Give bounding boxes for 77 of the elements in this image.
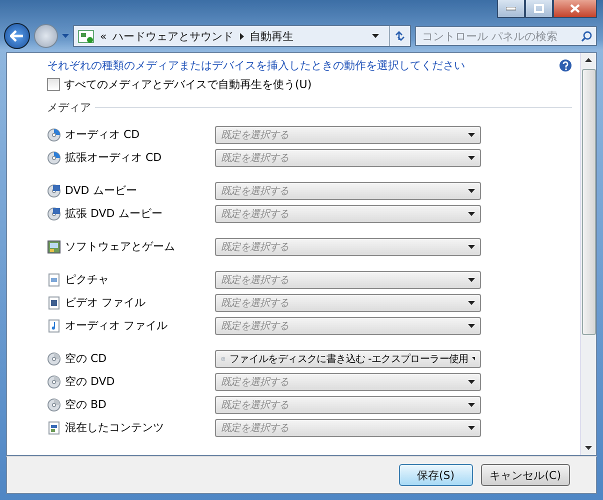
close-icon: [570, 4, 580, 13]
checkbox-label[interactable]: すべてのメディアとデバイスで自動再生を使う(U): [64, 77, 312, 92]
media-label: ソフトウェアとゲーム: [65, 239, 175, 254]
action-dropdown[interactable]: 既定を選択する: [215, 396, 481, 414]
action-dropdown[interactable]: ファイルをディスクに書き込む -エクスプローラー使用: [215, 350, 481, 368]
media-icon: [47, 374, 61, 388]
dropdown-arrow-icon: [468, 278, 475, 282]
media-label: 空の DVD: [65, 374, 115, 389]
media-icon: [47, 150, 61, 164]
minimize-button[interactable]: [497, 0, 525, 18]
back-arrow-icon: [10, 30, 24, 42]
media-icon: [47, 296, 61, 310]
dropdown-arrow-icon: [468, 244, 475, 248]
media-label: ビデオ ファイル: [65, 295, 146, 310]
action-dropdown[interactable]: 既定を選択する: [215, 126, 481, 144]
action-dropdown[interactable]: 既定を選択する: [215, 182, 481, 200]
media-icon: [47, 272, 61, 286]
media-label: 空の BD: [65, 397, 107, 412]
action-dropdown[interactable]: 既定を選択する: [215, 316, 481, 334]
dropdown-arrow-icon: [468, 402, 475, 406]
dropdown-arrow-icon: [468, 188, 475, 192]
media-icon: [47, 318, 61, 332]
control-panel-icon: [78, 30, 94, 42]
media-icon: [47, 398, 61, 412]
minimize-icon: [506, 6, 516, 10]
dropdown-arrow-icon: [468, 132, 475, 136]
media-icon: [47, 240, 61, 254]
breadcrumb-item[interactable]: «: [100, 30, 107, 42]
back-button[interactable]: [4, 23, 30, 49]
media-icon: [47, 352, 61, 366]
media-label: 空の CD: [65, 351, 107, 366]
close-button[interactable]: [553, 0, 597, 18]
scroll-up-icon[interactable]: [585, 58, 592, 62]
dropdown-arrow-icon: [468, 324, 475, 328]
media-label: DVD ムービー: [65, 183, 137, 198]
checkbox[interactable]: [47, 78, 60, 91]
media-label: オーディオ CD: [65, 127, 140, 142]
media-icon: [47, 184, 61, 198]
dropdown-arrow-icon: [468, 300, 475, 304]
action-dropdown[interactable]: 既定を選択する: [215, 148, 481, 166]
instruction-text: それぞれの種類のメディアまたはデバイスを挿入したときの動作を選択してください: [47, 58, 465, 73]
media-icon: [47, 128, 61, 142]
action-dropdown[interactable]: 既定を選択する: [215, 204, 481, 222]
dropdown-arrow-icon: [468, 426, 475, 430]
action-dropdown[interactable]: 既定を選択する: [215, 270, 481, 288]
action-dropdown[interactable]: 既定を選択する: [215, 372, 481, 390]
history-dropdown-icon[interactable]: [62, 34, 69, 38]
section-heading: メディア: [47, 100, 91, 115]
media-label: オーディオ ファイル: [65, 318, 168, 333]
cancel-button[interactable]: キャンセル(C): [480, 464, 570, 486]
dropdown-arrow-icon: [472, 356, 475, 360]
scrollbar[interactable]: [580, 53, 596, 455]
address-bar[interactable]: « ハードウェアとサウンド 自動再生: [73, 25, 411, 47]
media-label: ピクチャ: [65, 272, 109, 287]
search-field[interactable]: コントロール パネルの検索: [415, 26, 597, 46]
action-dropdown[interactable]: 既定を選択する: [215, 294, 481, 312]
media-label: 拡張オーディオ CD: [65, 150, 162, 165]
help-icon[interactable]: [559, 59, 572, 72]
action-dropdown[interactable]: 既定を選択する: [215, 238, 481, 256]
breadcrumb-arrow-icon: [240, 32, 244, 40]
refresh-icon: [394, 30, 406, 42]
action-dropdown[interactable]: 既定を選択する: [215, 418, 481, 436]
scroll-down-icon[interactable]: [585, 446, 592, 450]
breadcrumb-item[interactable]: ハードウェアとサウンド: [112, 28, 234, 44]
dropdown-arrow-icon: [468, 212, 475, 216]
dropdown-arrow-icon[interactable]: [372, 34, 378, 38]
media-label: 混在したコンテンツ: [65, 420, 164, 435]
dropdown-arrow-icon: [468, 156, 475, 160]
breadcrumb-item[interactable]: 自動再生: [250, 28, 294, 44]
media-icon: [47, 206, 61, 220]
maximize-icon: [534, 4, 544, 13]
search-icon[interactable]: [581, 30, 592, 42]
media-icon: [47, 420, 61, 434]
dropdown-arrow-icon: [468, 380, 475, 384]
media-label: 拡張 DVD ムービー: [65, 206, 162, 221]
save-button[interactable]: 保存(S): [398, 464, 473, 486]
maximize-button[interactable]: [525, 0, 553, 18]
